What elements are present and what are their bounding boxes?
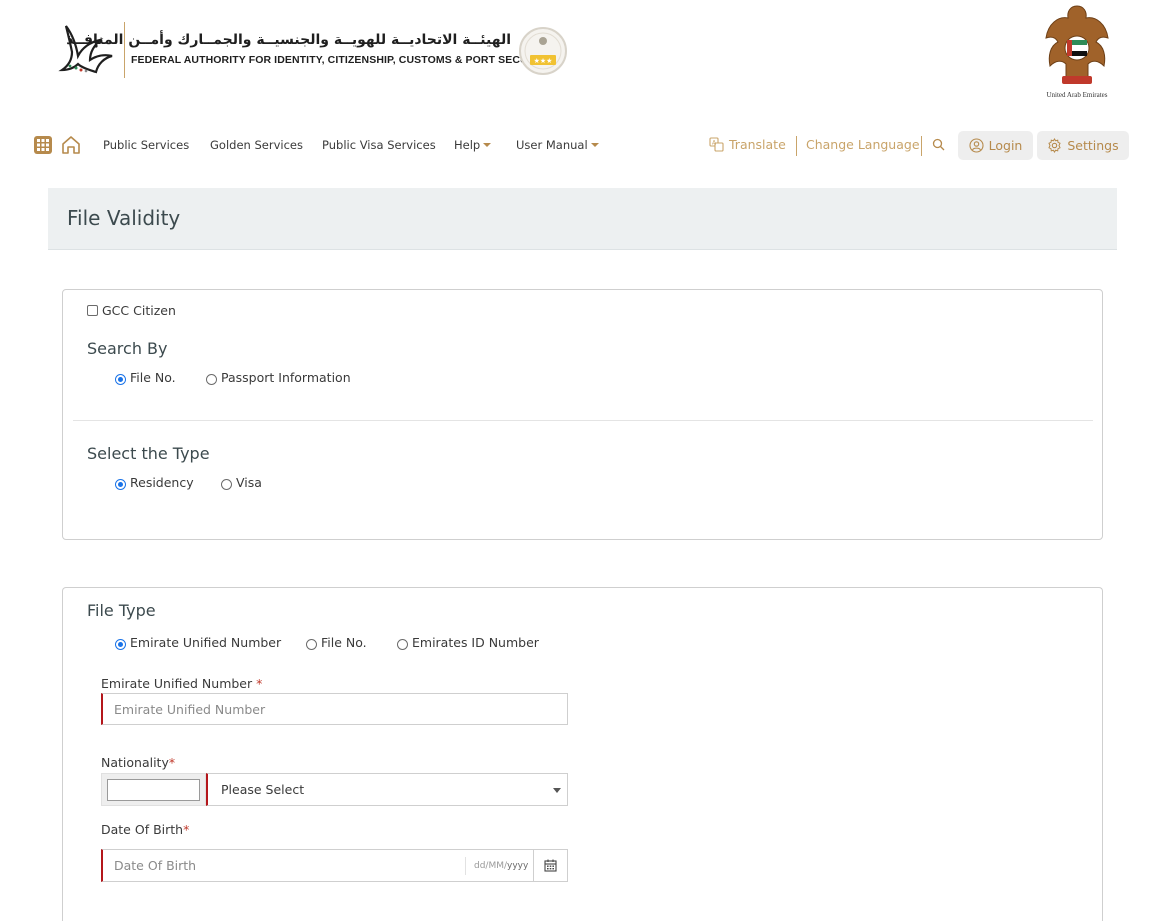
user-icon (969, 138, 984, 153)
radio-file-type-emirates-id[interactable]: Emirates ID Number (397, 635, 539, 650)
change-language-link[interactable]: Change Language (806, 137, 920, 152)
page-title-band: File Validity (48, 188, 1117, 250)
settings-label: Settings (1067, 138, 1119, 153)
radio-type-residency[interactable]: Residency (115, 475, 194, 490)
unified-number-label-text: Emirate Unified Number (101, 676, 253, 691)
calendar-button[interactable] (533, 850, 567, 881)
search-criteria-card: GCC Citizen Search By File No. Passport … (62, 289, 1103, 540)
nationality-select[interactable]: Please Select (206, 773, 568, 806)
authority-falcon-logo[interactable] (56, 20, 120, 78)
main-nav: Public Services Golden Services Public V… (0, 128, 1166, 164)
translate-link[interactable]: A Translate (709, 137, 786, 152)
radio-type-visa[interactable]: Visa (221, 475, 262, 490)
radio-file-type-unified-number[interactable]: Emirate Unified Number (115, 635, 281, 650)
dob-input[interactable] (103, 850, 463, 881)
card-divider (73, 420, 1093, 421)
nav-help[interactable]: Help (454, 138, 492, 152)
logo-divider (124, 22, 125, 78)
radio-file-type-file-no[interactable]: File No. (306, 635, 367, 650)
uae-emblem (1045, 5, 1109, 84)
login-label: Login (988, 138, 1023, 153)
chevron-down-icon (483, 143, 492, 147)
apps-grid-icon[interactable] (32, 134, 54, 156)
nationality-selected-value: Please Select (221, 782, 305, 797)
home-icon[interactable] (60, 134, 82, 156)
login-button[interactable]: Login (958, 131, 1033, 160)
settings-button[interactable]: Settings (1037, 131, 1129, 160)
authority-name-english: FEDERAL AUTHORITY FOR IDENTITY, CITIZENS… (131, 54, 553, 66)
dob-format-hint: dd/MM/yyyy (465, 857, 528, 875)
radio-label: File No. (130, 370, 176, 385)
gcc-citizen-checkbox-box[interactable] (87, 305, 98, 316)
radio-label: Emirate Unified Number (130, 635, 282, 650)
search-icon (932, 138, 945, 151)
translate-label: Translate (729, 137, 786, 152)
emblem-caption: United Arab Emirates (1046, 91, 1108, 99)
nav-separator (921, 136, 922, 156)
required-mark: * (256, 676, 263, 691)
radio-button[interactable] (397, 639, 408, 650)
radio-button[interactable] (306, 639, 317, 650)
radio-button[interactable] (115, 639, 126, 650)
nav-help-label: Help (454, 138, 481, 152)
gcc-citizen-checkbox[interactable]: GCC Citizen (87, 303, 176, 318)
dob-label-text: Date Of Birth (101, 822, 184, 837)
svg-text:★★★: ★★★ (534, 57, 553, 65)
nav-golden-services[interactable]: Golden Services (210, 138, 303, 152)
file-details-card: File Type Emirate Unified Number File No… (62, 587, 1103, 921)
radio-button[interactable] (115, 479, 126, 490)
page-title: File Validity (67, 206, 181, 230)
nav-separator (796, 136, 797, 156)
nav-public-visa-services[interactable]: Public Visa Services (322, 138, 436, 152)
nationality-code-box (101, 773, 206, 806)
site-header: الهيئــة الاتحاديــة للهويــة والجنسيــة… (0, 0, 1166, 110)
nav-public-services[interactable]: Public Services (103, 138, 189, 152)
nationality-label-text: Nationality (101, 755, 169, 770)
radio-label: Passport Information (221, 370, 351, 385)
radio-button[interactable] (206, 374, 217, 385)
dob-label: Date Of Birth* (101, 822, 189, 837)
file-type-label: File Type (87, 601, 156, 620)
select-type-label: Select the Type (87, 444, 210, 463)
nationality-code-input[interactable] (107, 779, 200, 801)
chevron-down-icon (553, 788, 561, 793)
gcc-citizen-label: GCC Citizen (102, 303, 176, 318)
nav-user-manual-label: User Manual (516, 138, 588, 152)
nav-user-manual[interactable]: User Manual (516, 138, 599, 152)
authority-name-arabic: الهيئــة الاتحاديــة للهويــة والجنسيــة… (66, 32, 511, 48)
gear-icon (1048, 138, 1062, 153)
dob-format-suffix: yyyy (507, 861, 529, 871)
search-button[interactable] (932, 138, 945, 151)
radio-label: Visa (236, 475, 262, 490)
service-stars-seal: ★★★ (519, 27, 567, 75)
search-by-label: Search By (87, 339, 168, 358)
radio-label: File No. (321, 635, 367, 650)
required-mark: * (168, 755, 176, 770)
radio-search-file-no[interactable]: File No. (115, 370, 176, 385)
dob-format-prefix: dd/MM/ (474, 861, 508, 871)
required-mark: * (183, 822, 190, 837)
dob-field: dd/MM/yyyy (101, 849, 568, 882)
radio-button[interactable] (221, 479, 232, 490)
nationality-label: Nationality* (101, 755, 175, 770)
radio-search-passport[interactable]: Passport Information (206, 370, 351, 385)
translate-icon: A (709, 137, 724, 152)
radio-label: Residency (130, 475, 194, 490)
unified-number-input[interactable] (101, 693, 568, 725)
radio-label: Emirates ID Number (412, 635, 539, 650)
calendar-icon (544, 859, 557, 872)
unified-number-label: Emirate Unified Number * (101, 676, 262, 691)
radio-button[interactable] (115, 374, 126, 385)
chevron-down-icon (590, 143, 599, 147)
